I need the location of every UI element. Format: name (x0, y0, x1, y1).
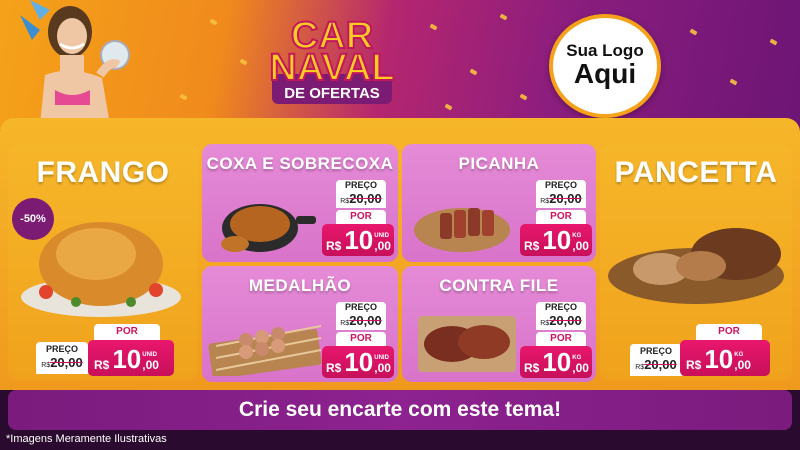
product-title: FRANGO (36, 156, 170, 189)
price-currency: R$ (94, 358, 110, 372)
price-currency: R$ (524, 361, 540, 375)
preco-label: PREÇO (344, 180, 377, 190)
logo-word-naval: NAVAL (269, 47, 394, 89)
old-price: 20,00 (349, 191, 382, 206)
old-price: 20,00 (50, 355, 83, 370)
por-label: POR (350, 211, 372, 222)
disclaimer-text: *Imagens Meramente Ilustrativas (6, 433, 167, 445)
por-tag: POR (696, 324, 762, 340)
price-decimal: ,00 (142, 358, 159, 372)
price-integer: 10 (704, 344, 734, 374)
old-currency: R$ (41, 362, 51, 369)
promo-banner-text: Crie seu encarte com este tema! (238, 398, 562, 421)
price-decimal: ,00 (734, 358, 751, 372)
old-price: 20,00 (644, 357, 677, 372)
product-card-pancetta: PANCETTA PREÇO R$20,00 POR R$ 10 KG ,00 (600, 144, 792, 380)
store-logo-placeholder: Sua Logo Aqui (549, 14, 661, 118)
preco-label: PREÇO (544, 302, 577, 312)
logo-subtitle: DE OFERTAS (284, 85, 380, 102)
old-price-tag: PREÇO R$20,00 (336, 302, 386, 330)
price-decimal: ,00 (374, 239, 391, 253)
product-title: CONTRA FILE (439, 276, 559, 295)
picanha-image (414, 208, 510, 252)
price-currency: R$ (326, 239, 342, 253)
preco-label: PREÇO (544, 180, 577, 190)
product-title: MEDALHÃO (248, 276, 352, 295)
pancetta-image (608, 228, 784, 304)
old-currency: R$ (540, 320, 550, 327)
product-title: COXA E SOBRECOXA (206, 154, 394, 173)
old-price: 20,00 (549, 313, 582, 328)
price-integer: 10 (344, 225, 374, 255)
price-currency: R$ (326, 361, 342, 375)
store-logo-line2: Aqui (573, 58, 637, 90)
store-logo-line1: Sua Logo (566, 41, 644, 61)
old-price-tag: PREÇO R$20,00 (630, 344, 682, 376)
old-currency: R$ (340, 320, 350, 327)
product-card-frango: FRANGO PREÇO R$20,00 POR R$ 10 UNID ,00 (8, 144, 198, 380)
por-tag: POR (336, 332, 386, 346)
discount-text: -50% (20, 213, 46, 225)
por-label: POR (550, 211, 572, 222)
old-currency: R$ (635, 364, 645, 371)
por-tag: POR (536, 332, 586, 346)
old-currency: R$ (540, 198, 550, 205)
price-box: R$ 10 UNID ,00 (88, 340, 174, 376)
product-card-picanha: PICANHA PREÇO R$20,00 POR R$ 10 KG ,00 (402, 144, 596, 262)
por-tag: POR (536, 210, 586, 224)
product-title: PANCETTA (614, 156, 778, 189)
preco-label: PREÇO (45, 344, 78, 354)
price-box: R$ 10 UNID ,00 (322, 346, 394, 378)
price-box: R$ 10 KG ,00 (520, 346, 592, 378)
preco-label: PREÇO (639, 346, 672, 356)
por-tag: POR (336, 210, 386, 224)
price-box: R$ 10 UNID ,00 (322, 224, 394, 256)
carnival-woman-image (20, 0, 130, 125)
old-price-tag: PREÇO R$20,00 (536, 302, 586, 330)
price-box: R$ 10 KG ,00 (520, 224, 592, 256)
product-card-coxa: COXA E SOBRECOXA PREÇO R$20,00 POR R$ 10… (202, 144, 398, 262)
old-currency: R$ (340, 198, 350, 205)
product-card-medalhao: MEDALHÃO PREÇO R$20,00 POR R$ 10 UNID ,00 (202, 266, 398, 382)
product-title: PICANHA (458, 154, 540, 173)
old-price: 20,00 (549, 191, 582, 206)
preco-label: PREÇO (344, 302, 377, 312)
carnaval-logo: CAR NAVAL DE OFERTAS (268, 14, 396, 104)
price-currency: R$ (524, 239, 540, 253)
price-integer: 10 (344, 347, 374, 377)
contra-file-image (418, 316, 516, 372)
price-integer: 10 (112, 344, 142, 374)
old-price-tag: PREÇO R$20,00 (336, 180, 386, 208)
old-price-tag: PREÇO R$20,00 (536, 180, 586, 208)
price-integer: 10 (542, 225, 572, 255)
price-currency: R$ (686, 358, 702, 372)
old-price-tag: PREÇO R$20,00 (36, 342, 88, 374)
por-label: POR (550, 333, 572, 344)
promo-banner: Crie seu encarte com este tema! (8, 390, 792, 430)
por-label: POR (718, 326, 740, 337)
header-background: CAR NAVAL DE OFERTAS Sua Logo Aqui (0, 0, 800, 130)
price-integer: 10 (542, 347, 572, 377)
price-decimal: ,00 (572, 361, 589, 375)
product-card-contra-file: CONTRA FILE PREÇO R$20,00 POR R$ 10 KG ,0… (402, 266, 596, 382)
chicken-thigh-image (221, 204, 316, 252)
por-tag: POR (94, 324, 160, 340)
por-label: POR (350, 333, 372, 344)
discount-badge: -50% (12, 198, 54, 240)
old-price: 20,00 (349, 313, 382, 328)
por-label: POR (116, 326, 138, 337)
price-box: R$ 10 KG ,00 (680, 340, 770, 376)
price-decimal: ,00 (572, 239, 589, 253)
medalhao-skewers-image (208, 325, 322, 376)
price-decimal: ,00 (374, 361, 391, 375)
